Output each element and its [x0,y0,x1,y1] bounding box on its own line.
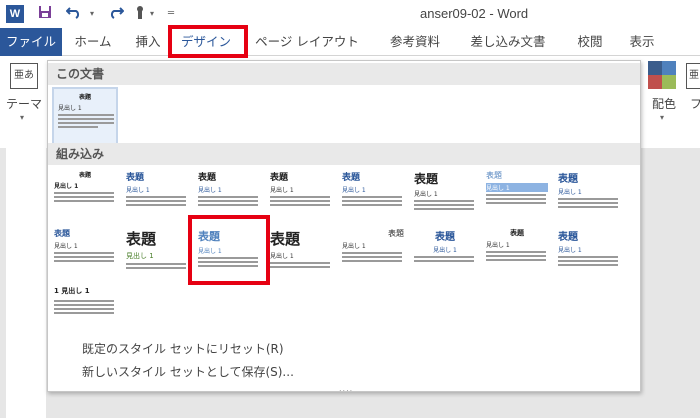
style-thumb-1[interactable]: 表題 見出し 1 [52,167,118,227]
customize-qat-icon[interactable]: ═ [168,5,174,23]
ribbon-tab-bar: ファイル ホーム 挿入 デザイン ページ レイアウト 参考資料 差し込み文書 校… [0,28,700,56]
tab-home[interactable]: ホーム [68,28,118,56]
redo-icon[interactable] [108,5,125,24]
undo-dropdown-icon[interactable]: ▾ [90,5,94,23]
chevron-down-icon[interactable]: ▾ [660,113,664,122]
style-thumb-10[interactable]: 表題 見出し 1 [124,225,190,285]
resize-handle-icon[interactable]: .... [339,384,353,393]
style-thumb-8[interactable]: 表題 見出し 1 [556,167,622,227]
tab-review[interactable]: 校閲 [568,28,612,56]
touch-dropdown-icon[interactable]: ▾ [150,5,154,23]
style-thumb-2[interactable]: 表題 見出し 1 [124,167,190,227]
ribbon-color-group: 配色 ▾ 亜 フ [642,57,700,147]
style-thumb-7[interactable]: 表題 見出し 1 [484,167,550,227]
undo-icon[interactable] [65,5,82,24]
save-style-set-menu-item[interactable]: 新しいスタイル セットとして保存(S)... [82,363,294,380]
style-thumb-12[interactable]: 表題 見出し 1 [268,225,334,285]
tab-references[interactable]: 参考資料 [380,28,450,56]
style-thumb-16[interactable]: 表題 見出し 1 [556,225,622,285]
tab-insert[interactable]: 挿入 [126,28,170,56]
chevron-down-icon[interactable]: ▾ [20,113,24,122]
tab-view[interactable]: 表示 [620,28,664,56]
theme-button-label[interactable]: テーマ [6,95,42,112]
font-icon[interactable]: 亜 [686,63,700,89]
thumb-heading: 見出し 1 [58,105,82,112]
style-thumb-current[interactable]: 表題 見出し 1 [52,87,118,147]
save-icon[interactable] [38,5,52,24]
design-tab-highlight [168,25,248,58]
section-header-this-document: この文書 [48,63,640,85]
style-thumb-4[interactable]: 表題 見出し 1 [268,167,334,227]
document-page [6,148,46,418]
color-button-label[interactable]: 配色 [652,95,676,112]
style-thumb-5[interactable]: 表題 見出し 1 [340,167,406,227]
touch-mode-icon[interactable] [134,5,148,26]
word-app-icon[interactable]: W [6,5,24,23]
section-header-builtin: 組み込み [48,143,640,165]
style-thumb-17[interactable]: 1 見出し 1 [52,283,118,343]
theme-icon[interactable]: 亜あ [10,63,38,89]
style-thumb-14[interactable]: 表題 見出し 1 [412,225,478,285]
font-button-label[interactable]: フ [690,95,700,112]
ribbon-theme-group: 亜あ テーマ ▾ [0,57,46,147]
style-thumb-13[interactable]: 表題 見出し 1 [340,225,406,285]
tab-page-layout[interactable]: ページ レイアウト [248,28,366,56]
color-palette-icon[interactable] [648,61,676,89]
style-thumb-6[interactable]: 表題 見出し 1 [412,167,478,227]
tab-file[interactable]: ファイル [0,28,62,56]
thumb-title: 表題 [78,94,91,101]
title-bar: W ▾ ▾ ═ anser09-02 - Word [0,0,700,28]
style-thumb-15[interactable]: 表題 見出し 1 [484,225,550,285]
tab-mailings[interactable]: 差し込み文書 [456,28,560,56]
style-set-gallery: この文書 表題 見出し 1 組み込み 表題 見出し 1 表題 見出し 1 表題 見出し… [47,60,641,393]
document-title: anser09-02 - Word [420,6,529,21]
style-thumb-9[interactable]: 表題 見出し 1 [52,225,118,285]
reset-style-set-menu-item[interactable]: 既定のスタイル セットにリセット(R) [82,340,284,357]
selected-style-highlight [188,215,270,285]
